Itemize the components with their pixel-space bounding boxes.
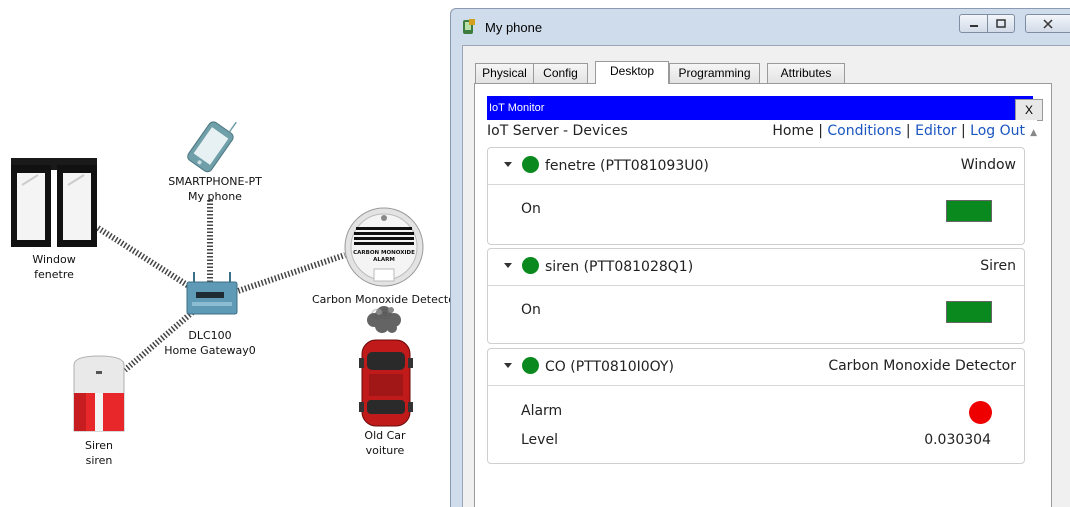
minimize-button[interactable] [959, 14, 988, 33]
device-card-type: Carbon Monoxide Detector [828, 358, 1016, 374]
device-card-type: Window [960, 157, 1016, 173]
tab-programming[interactable]: Programming [669, 63, 760, 83]
close-icon [1043, 18, 1053, 29]
device-name: SMARTPHONE-PT [168, 175, 262, 188]
tab-label: Physical [482, 66, 527, 80]
device-subname: voiture [365, 444, 405, 457]
device-card-header[interactable]: CO (PTT0810I0OY) Carbon Monoxide Detecto… [488, 349, 1024, 386]
iot-monitor-content: IoT Server - Devices Home | Conditions |… [487, 120, 1037, 507]
device-label-siren: Siren siren [78, 438, 120, 468]
link-gateway-co [234, 252, 346, 295]
collapse-caret-icon[interactable] [504, 363, 512, 368]
close-button[interactable] [1025, 14, 1070, 33]
device-phone[interactable] [180, 118, 242, 174]
device-siren[interactable] [68, 353, 130, 435]
nav-separator: | [960, 123, 966, 139]
device-label-window: Window fenetre [28, 252, 80, 282]
maximize-button[interactable] [987, 14, 1015, 33]
nav-conditions-link[interactable]: Conditions [827, 123, 901, 139]
topology-canvas[interactable]: Window fenetre SMARTPHONE-PT My phone DL… [0, 0, 450, 507]
scroll-up-arrow-icon[interactable]: ▲ [1030, 128, 1037, 138]
collapse-caret-icon[interactable] [504, 263, 512, 268]
device-gateway[interactable] [184, 268, 240, 316]
co-level-value: 0.030304 [924, 432, 991, 448]
window-body: Physical Config Desktop Programming Attr… [462, 45, 1070, 507]
device-name: Window [32, 253, 76, 266]
device-subname: fenetre [34, 268, 74, 281]
minimize-icon [969, 24, 978, 27]
device-subname: siren [85, 454, 113, 467]
link-window-gateway [96, 225, 197, 293]
device-card-co: CO (PTT0810I0OY) Carbon Monoxide Detecto… [487, 348, 1025, 464]
collapse-caret-icon[interactable] [504, 162, 512, 167]
desktop-panel: IoT Monitor X IoT Server - Devices Home … [474, 83, 1052, 507]
iot-close-button[interactable]: X [1015, 99, 1043, 121]
tab-desktop[interactable]: Desktop [595, 61, 669, 84]
nav-separator: | [818, 123, 823, 139]
device-card-siren: siren (PTT081028Q1) Siren On [487, 248, 1025, 344]
nav-editor-link[interactable]: Editor [915, 123, 956, 139]
device-co[interactable]: CARBON MONOXIDE ALARM [342, 207, 426, 291]
nav-separator: | [905, 123, 911, 139]
alarm-print-text: CARBON MONOXIDE [353, 250, 415, 256]
tab-label: Programming [678, 66, 751, 80]
window-icon [11, 158, 97, 247]
on-switch-toggle[interactable] [946, 200, 992, 222]
server-nav: Home | Conditions | Editor | Log Out [772, 123, 1025, 139]
device-window-my-phone[interactable]: My phone Physical Config Desktop Program… [450, 8, 1070, 507]
device-subname: Home Gateway0 [164, 344, 256, 357]
tab-config[interactable]: Config [533, 63, 588, 83]
device-label-gateway: DLC100 Home Gateway0 [160, 328, 260, 358]
server-title: IoT Server - Devices [487, 123, 628, 139]
status-online-icon [522, 156, 539, 173]
device-card-name: fenetre (PTT081093U0) [545, 158, 709, 174]
smoke-icon [367, 306, 401, 333]
device-subname: My phone [188, 190, 242, 203]
window-title: My phone [485, 20, 543, 35]
device-card-header[interactable]: siren (PTT081028Q1) Siren [488, 249, 1024, 286]
device-window[interactable] [8, 155, 100, 250]
alarm-print-text-2: ALARM [373, 257, 395, 263]
device-card-name: CO (PTT0810I0OY) [545, 359, 674, 375]
status-online-icon [522, 257, 539, 274]
device-label-car: Old Car voiture [355, 428, 415, 458]
tab-physical[interactable]: Physical [475, 63, 534, 83]
tab-label: Desktop [609, 64, 655, 78]
device-name: Old Car [364, 429, 406, 442]
device-name: DLC100 [188, 329, 232, 342]
iot-monitor-titlebar: IoT Monitor X [487, 96, 1043, 121]
tab-label: Attributes [780, 66, 832, 80]
siren-icon [73, 355, 125, 432]
app-icon [463, 19, 475, 34]
nav-logout-link[interactable]: Log Out [970, 123, 1025, 139]
property-label: Level [521, 432, 558, 448]
device-car[interactable] [358, 338, 414, 428]
device-card-header[interactable]: fenetre (PTT081093U0) Window [488, 148, 1024, 185]
device-card-fenetre: fenetre (PTT081093U0) Window On [487, 147, 1025, 245]
maximize-icon [996, 18, 1006, 28]
tab-attributes[interactable]: Attributes [767, 63, 845, 83]
on-switch-toggle[interactable] [946, 301, 992, 323]
device-name: Siren [84, 439, 114, 452]
device-label-phone: SMARTPHONE-PT My phone [163, 174, 267, 204]
property-label: On [521, 201, 541, 217]
property-label: Alarm [521, 403, 563, 419]
device-card-type: Siren [980, 258, 1016, 274]
alarm-indicator-icon [969, 401, 992, 424]
status-online-icon [522, 357, 539, 374]
nav-home[interactable]: Home [772, 123, 813, 139]
property-label: On [521, 302, 541, 318]
iot-monitor-title: IoT Monitor [489, 102, 545, 114]
device-card-name: siren (PTT081028Q1) [545, 259, 694, 275]
title-bar[interactable]: My phone [451, 9, 1070, 45]
smartphone-icon [187, 121, 237, 173]
carbon-monoxide-alarm-icon: CARBON MONOXIDE ALARM [344, 207, 424, 287]
tab-label: Config [543, 66, 578, 80]
home-gateway-icon [186, 272, 238, 315]
car-icon [359, 339, 413, 427]
